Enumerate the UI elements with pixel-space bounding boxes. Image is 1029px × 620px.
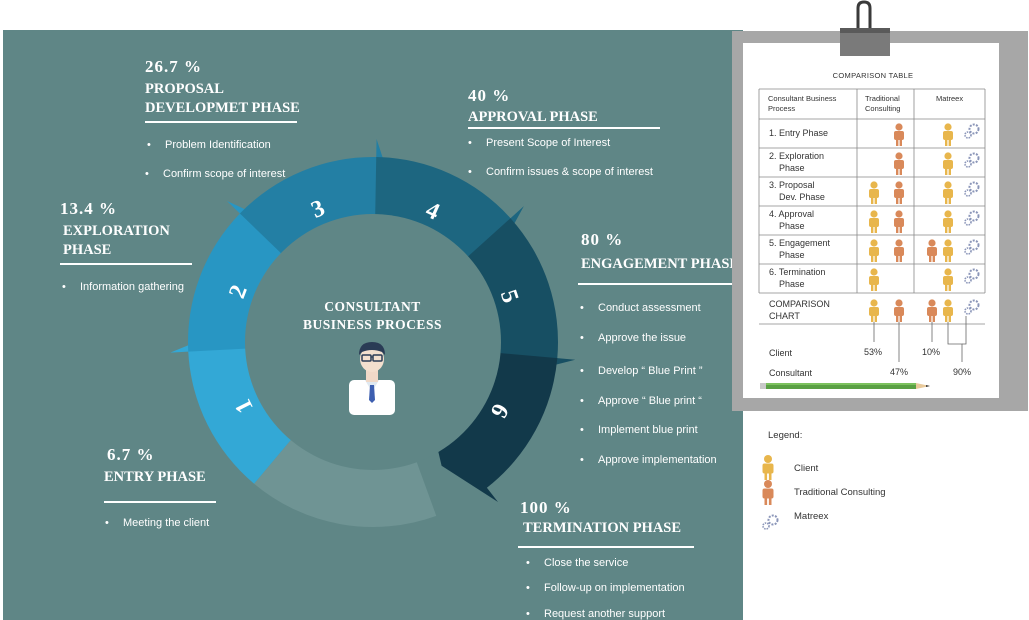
process-title-line2: BUSINESS PROCESS <box>303 317 442 332</box>
proposal-percent: 26.7 % <box>145 57 202 76</box>
legend-title: Legend: <box>768 430 803 441</box>
matreex-consultant-percent: 10% <box>922 347 941 357</box>
approval-divider <box>468 127 660 129</box>
engagement-item: Conduct assessment <box>580 302 701 314</box>
header-process-line2: Process <box>768 104 796 113</box>
process-title: CONSULTANT BUSINESS PROCESS <box>270 298 475 334</box>
header-traditional-line2: Consulting <box>865 104 901 113</box>
proposal-item: Problem Identification <box>147 139 271 151</box>
entry-item: Meeting the client <box>105 517 209 529</box>
approval-item: Confirm issues & scope of interest <box>468 166 653 178</box>
legend-client-label: Client <box>794 463 819 474</box>
proposal-divider <box>145 121 297 123</box>
table-row-label-line2: Phase <box>779 221 805 231</box>
legend-traditional-icon <box>762 480 774 505</box>
entry-divider <box>104 501 216 503</box>
engagement-percent: 80 % <box>581 230 624 249</box>
table-row-label-line2: Phase <box>779 250 805 260</box>
table-row-label-line2: Phase <box>779 279 805 289</box>
exploration-title-line2: PHASE <box>63 242 112 258</box>
traditional-client-percent: 53% <box>864 347 883 357</box>
wheel-center-circle <box>245 214 501 470</box>
table-row-label: 4. Approval Phase <box>769 208 814 232</box>
exploration-item: Information gathering <box>62 281 184 293</box>
header-process: Consultant Business Process <box>768 94 836 114</box>
termination-percent: 100 % <box>520 498 572 517</box>
header-traditional-line1: Traditional <box>865 94 900 103</box>
binder-clip-icon <box>840 0 890 56</box>
table-row-label-line1: 1. Entry Phase <box>769 128 829 138</box>
approval-percent: 40 % <box>468 86 511 105</box>
termination-item: Close the service <box>526 557 628 569</box>
traditional-consultant-percent: 47% <box>890 367 909 377</box>
approval-title: APPROVAL PHASE <box>468 109 598 125</box>
engagement-item: Implement blue print <box>580 424 698 436</box>
table-row-label-line1: 2. Exploration <box>769 151 825 161</box>
exploration-title: EXPLORATION PHASE <box>63 222 170 260</box>
engagement-item: Approve “ Blue print “ <box>580 395 702 407</box>
proposal-item: Confirm scope of interest <box>145 168 285 180</box>
pencil-icon <box>760 383 930 389</box>
termination-item: Follow-up on implementation <box>526 582 685 594</box>
legend-client-icon <box>762 455 774 480</box>
table-row-label-line2: Dev. Phase <box>779 192 825 202</box>
entry-title: ENTRY PHASE <box>104 469 206 485</box>
engagement-title: ENGAGEMENT PHASE <box>581 256 740 272</box>
proposal-title: PROPOSAL DEVELOPMET PHASE <box>145 80 300 118</box>
termination-title: TERMINATION PHASE <box>523 520 682 536</box>
engagement-item: Approve the issue <box>580 332 686 344</box>
consultant-label: Consultant <box>769 368 813 378</box>
proposal-title-line2: DEVELOPMET PHASE <box>145 100 300 116</box>
client-label: Client <box>769 348 793 358</box>
termination-divider <box>518 546 694 548</box>
legend-traditional-label: Traditional Consulting <box>794 487 886 498</box>
comparison-chart-label: COMPARISON CHART <box>769 298 830 322</box>
legend-icons <box>762 455 779 530</box>
legend-matreex-label: Matreex <box>794 511 829 522</box>
table-row-label-line1: 4. Approval <box>769 209 815 219</box>
exploration-divider <box>60 263 192 265</box>
table-row-label: 6. Termination Phase <box>769 266 825 290</box>
proposal-title-line1: PROPOSAL <box>145 81 224 97</box>
header-traditional: Traditional Consulting <box>865 94 900 114</box>
exploration-title-line1: EXPLORATION <box>63 223 170 239</box>
table-row-label: 5. Engagement Phase <box>769 237 830 261</box>
comparison-table-title: COMPARISON TABLE <box>832 71 914 80</box>
process-title-line1: CONSULTANT <box>324 299 421 314</box>
table-row-label: 2. Exploration Phase <box>769 150 824 174</box>
engagement-divider <box>578 283 740 285</box>
engagement-item: Approve implementation <box>580 454 717 466</box>
entry-percent: 6.7 % <box>107 445 155 464</box>
comparison-chart-label-line2: CHART <box>769 311 800 321</box>
approval-item: Present Scope of Interest <box>468 137 610 149</box>
exploration-percent: 13.4 % <box>60 199 117 218</box>
header-matreex: Matreex <box>936 94 964 103</box>
table-row-label-line1: 5. Engagement <box>769 238 831 248</box>
table-row-label-line2: Phase <box>779 163 805 173</box>
table-row-label-line1: 6. Termination <box>769 267 826 277</box>
comparison-chart-label-line1: COMPARISON <box>769 299 830 309</box>
table-row-label-line1: 3. Proposal <box>769 180 815 190</box>
table-row-label: 1. Entry Phase <box>769 127 828 139</box>
table-row-label: 3. Proposal Dev. Phase <box>769 179 825 203</box>
matreex-client-percent: 90% <box>953 367 972 377</box>
termination-item: Request another support <box>526 608 665 620</box>
engagement-item: Develop “ Blue Print ” <box>580 365 702 377</box>
header-process-line1: Consultant Business <box>768 94 837 103</box>
legend-gears-icon <box>762 514 779 530</box>
